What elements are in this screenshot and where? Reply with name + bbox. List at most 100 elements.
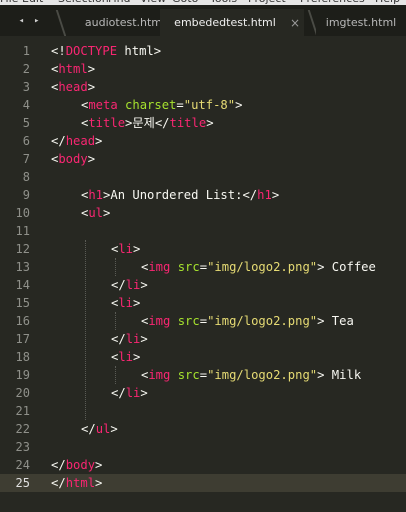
code-line[interactable]: 16 <img src="img/logo2.png"> Tea [0, 312, 406, 330]
code-line[interactable]: 13 <img src="img/logo2.png"> Coffee [0, 258, 406, 276]
code-line[interactable]: 15 <li> [0, 294, 406, 312]
code-token: An Unordered List: [110, 188, 243, 202]
code-line[interactable]: 10 <ul> [0, 204, 406, 222]
code-token: Milk [324, 368, 362, 382]
code-token: > [140, 386, 148, 400]
code-token: ul [88, 206, 104, 220]
code-token: </ [242, 188, 258, 202]
code-token: > [271, 188, 280, 202]
code-token: li [118, 350, 134, 364]
code-token: li [118, 296, 134, 310]
close-icon[interactable]: × [290, 16, 300, 30]
code-text: <title>문제</title> [81, 114, 214, 132]
line-number: 20 [15, 386, 30, 400]
code-token: </ [51, 476, 66, 490]
line-number: 11 [15, 224, 30, 238]
code-line[interactable]: 5 <title>문제</title> [0, 114, 406, 132]
code-token: img [148, 260, 178, 274]
code-line[interactable]: 24 </body> [0, 456, 406, 474]
code-text: <img src="img/logo2.png"> Coffee [141, 258, 376, 276]
code-token: = [199, 368, 208, 382]
code-text: <li> [111, 240, 140, 258]
code-line[interactable]: 22 </ul> [0, 420, 406, 438]
code-line[interactable]: 3 <head> [0, 78, 406, 96]
code-token: html> [117, 44, 162, 58]
code-token: "utf-8" [183, 98, 236, 112]
line-number: 7 [22, 152, 30, 166]
code-text: </head> [51, 132, 102, 150]
line-number: 24 [15, 458, 30, 472]
code-token: > [140, 278, 148, 292]
code-token: li [125, 278, 141, 292]
code-line[interactable]: 8 [0, 168, 406, 186]
code-line[interactable]: 4 <meta charset="utf-8"> [0, 96, 406, 114]
code-editor[interactable]: 1 <!DOCTYPE html> 2 <html> 3 <head> 4 <meta cha… [0, 42, 406, 512]
tab-label: imgtest.html [325, 16, 397, 29]
code-token: <! [51, 44, 66, 58]
indent-guide [115, 366, 116, 384]
code-token: head [58, 80, 88, 94]
code-line[interactable]: 19 <img src="img/logo2.png"> Milk [0, 366, 406, 384]
code-token: h1 [257, 188, 272, 202]
code-text: <!DOCTYPE html> [51, 42, 161, 60]
code-token: meta [88, 98, 126, 112]
code-token: </ [154, 116, 170, 130]
code-line[interactable]: 20 </li> [0, 384, 406, 402]
line-number: 3 [22, 80, 30, 94]
code-text: <meta charset="utf-8"> [81, 96, 242, 114]
tab-embededtest[interactable]: embededtest.html × [160, 9, 304, 36]
code-line[interactable]: 11 [0, 222, 406, 240]
code-token: src [177, 368, 200, 382]
line-number: 19 [15, 368, 30, 382]
code-line[interactable]: 9 <h1>An Unordered List:</h1> [0, 186, 406, 204]
code-line[interactable]: 18 <li> [0, 348, 406, 366]
code-line[interactable]: 14 </li> [0, 276, 406, 294]
code-token: body [65, 458, 96, 472]
code-token: </ [51, 458, 66, 472]
code-token: </ [51, 134, 66, 148]
tab-bar: ◂ ▸ audiotest.html embededtest.html × im… [0, 5, 406, 36]
code-line[interactable]: 23 [0, 438, 406, 456]
line-number: 1 [22, 44, 30, 58]
code-token: </ [111, 386, 126, 400]
code-line[interactable]: 7 <body> [0, 150, 406, 168]
line-number: 21 [15, 404, 30, 418]
code-text: <head> [51, 78, 95, 96]
line-number: 17 [15, 332, 30, 346]
code-line[interactable]: 2 <html> [0, 60, 406, 78]
code-token: > [133, 242, 141, 256]
line-number: 10 [15, 206, 30, 220]
code-line[interactable]: 17 </li> [0, 330, 406, 348]
code-line[interactable]: 1 <!DOCTYPE html> [0, 42, 406, 60]
code-line[interactable]: 25 </html> [0, 474, 406, 492]
code-text: <body> [51, 150, 95, 168]
forward-arrow-icon[interactable]: ▸ [34, 16, 39, 26]
tab-nav: ◂ ▸ [0, 5, 58, 36]
code-text: </li> [111, 276, 148, 294]
line-number: 23 [15, 440, 30, 454]
code-text: <li> [111, 348, 140, 366]
code-token: > [133, 350, 141, 364]
code-token: html [58, 62, 88, 76]
code-token: body [58, 152, 88, 166]
code-line[interactable]: 6 </head> [0, 132, 406, 150]
code-token: title [169, 116, 207, 130]
code-text: <img src="img/logo2.png"> Milk [141, 366, 361, 384]
code-token: li [118, 242, 134, 256]
line-number: 4 [22, 98, 30, 112]
code-text: </ul> [81, 420, 118, 438]
line-number: 25 [15, 476, 30, 490]
code-token: > [87, 152, 96, 166]
code-token: "img/logo2.png" [207, 260, 318, 274]
code-line[interactable]: 12 <li> [0, 240, 406, 258]
code-token: h1 [88, 188, 104, 202]
code-text: <h1>An Unordered List:</h1> [81, 186, 279, 204]
line-number: 16 [15, 314, 30, 328]
code-text: </li> [111, 330, 148, 348]
code-line[interactable]: 21 [0, 402, 406, 420]
line-number: 2 [22, 62, 30, 76]
code-token: > [235, 98, 243, 112]
back-arrow-icon[interactable]: ◂ [19, 16, 24, 26]
tab-imgtest[interactable]: imgtest.html [316, 9, 406, 36]
code-token: img [148, 368, 178, 382]
